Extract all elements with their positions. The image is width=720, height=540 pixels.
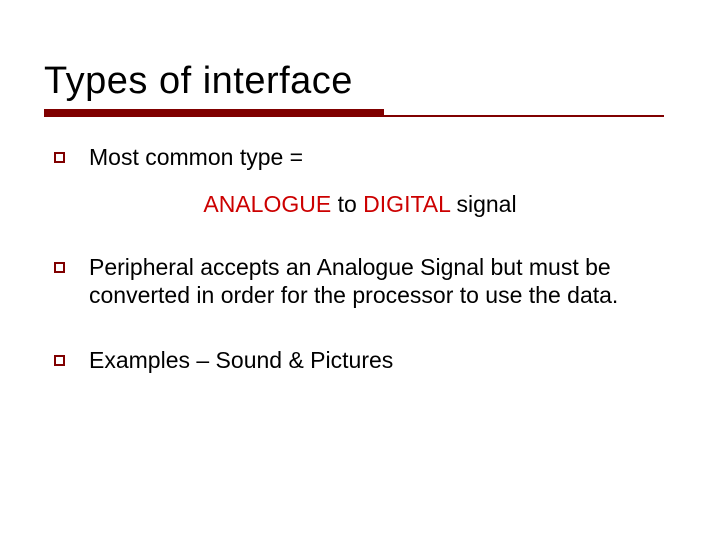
slide: Types of interface Most common type = AN…: [0, 0, 720, 540]
bullet-text: Examples – Sound & Pictures: [89, 346, 676, 375]
square-bullet-icon: [54, 152, 65, 163]
bullet-text: Peripheral accepts an Analogue Signal bu…: [89, 253, 676, 311]
bullet-item: Peripheral accepts an Analogue Signal bu…: [44, 253, 676, 311]
slide-body: Most common type = ANALOGUE to DIGITAL s…: [44, 143, 676, 375]
bullet-item: Most common type =: [44, 143, 676, 172]
slide-title: Types of interface: [44, 60, 676, 103]
bullet-text: Most common type =: [89, 143, 676, 172]
bullet-item: Examples – Sound & Pictures: [44, 346, 676, 375]
emphasis-text: DIGITAL: [357, 191, 457, 217]
plain-text: signal: [456, 191, 516, 217]
plain-text: to: [338, 191, 357, 217]
title-underline: [44, 109, 676, 115]
centered-line: ANALOGUE to DIGITAL signal: [44, 190, 676, 219]
square-bullet-icon: [54, 355, 65, 366]
square-bullet-icon: [54, 262, 65, 273]
emphasis-text: ANALOGUE: [203, 191, 337, 217]
